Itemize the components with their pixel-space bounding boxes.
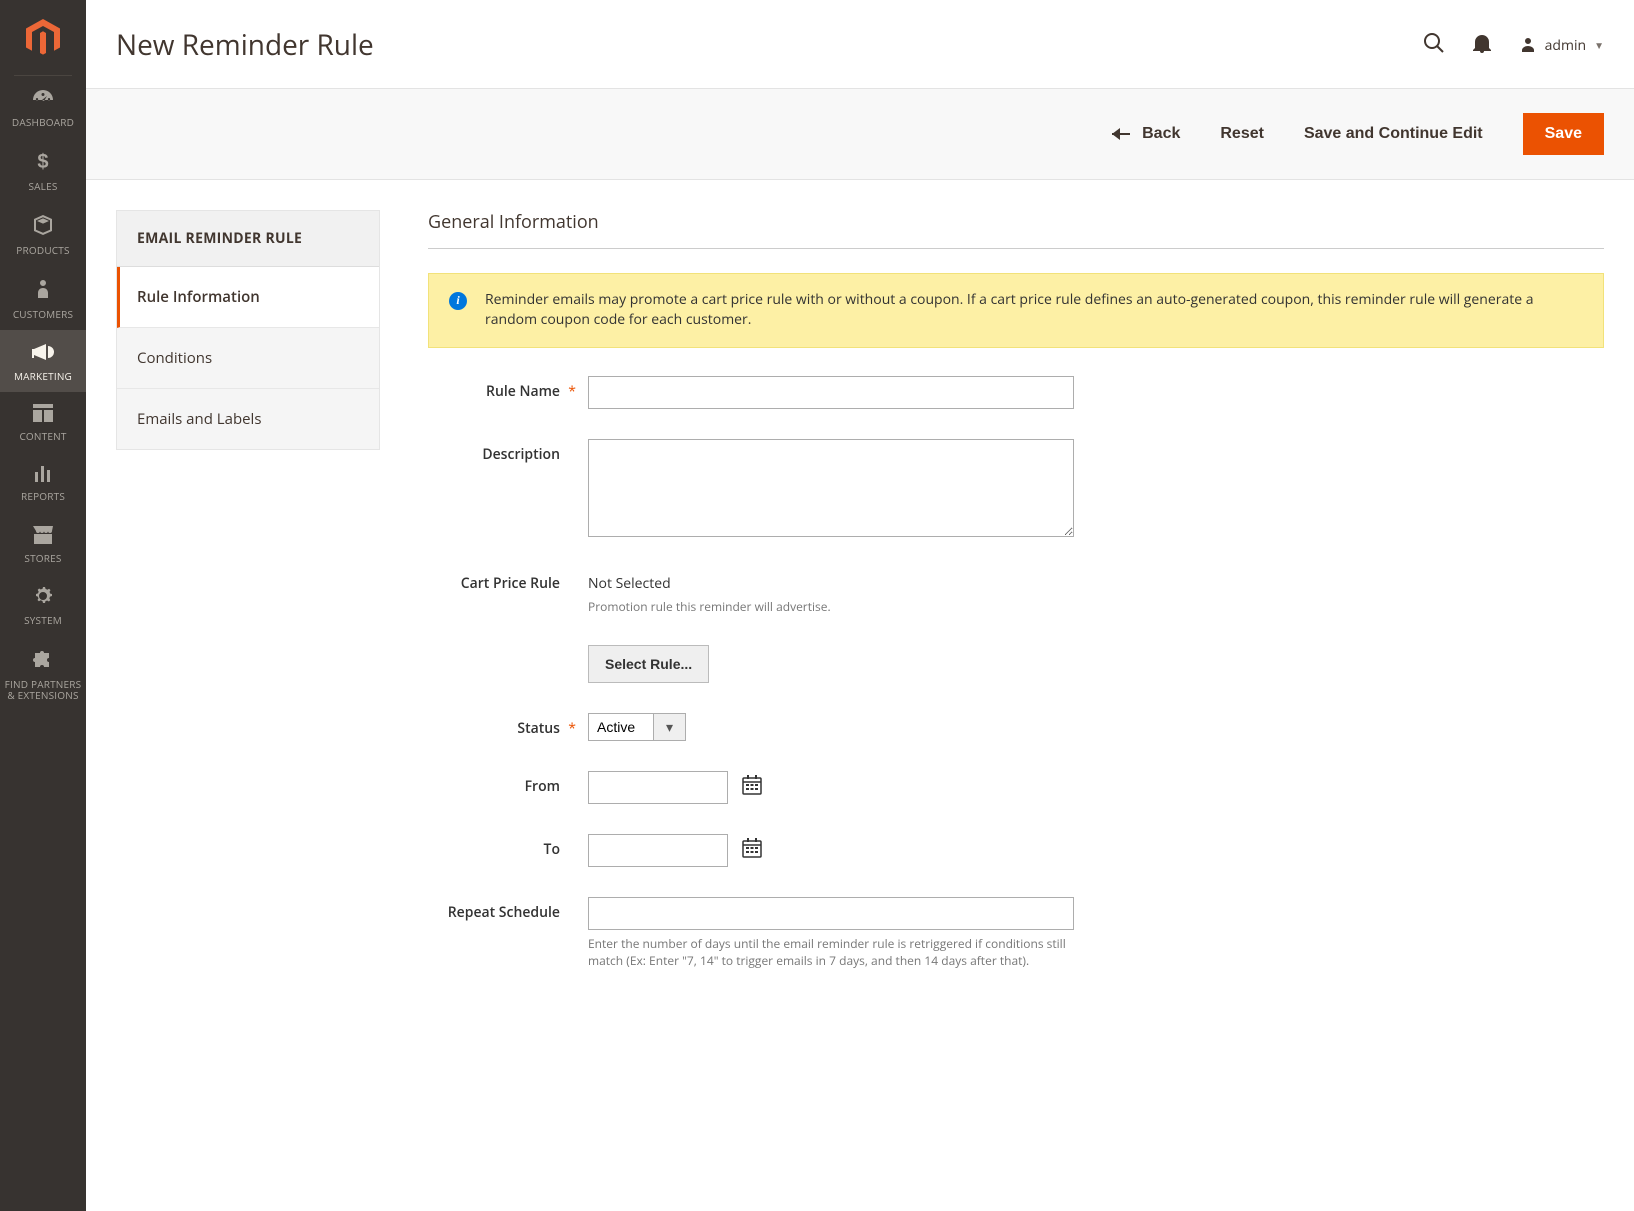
nav-reports[interactable]: REPORTS xyxy=(0,452,86,512)
tab-rule-information[interactable]: Rule Information xyxy=(117,267,379,328)
save-continue-button[interactable]: Save and Continue Edit xyxy=(1304,125,1483,143)
description-textarea[interactable] xyxy=(588,439,1074,537)
form-area: General Information i Reminder emails ma… xyxy=(428,210,1604,980)
nav-products[interactable]: PRODUCTS xyxy=(0,202,86,266)
megaphone-icon xyxy=(32,342,54,365)
side-tabs: EMAIL REMINDER RULE Rule Information Con… xyxy=(116,210,380,450)
cart-price-rule-helper: Promotion rule this reminder will advert… xyxy=(588,599,1074,616)
nav-label: DASHBOARD xyxy=(12,117,74,129)
caret-down-icon: ▼ xyxy=(1594,38,1604,52)
select-rule-button[interactable]: Select Rule... xyxy=(588,645,709,683)
tab-conditions[interactable]: Conditions xyxy=(117,328,379,389)
repeat-label: Repeat Schedule xyxy=(428,897,588,922)
page-header: New Reminder Rule admin ▼ xyxy=(86,0,1634,88)
from-date-input[interactable] xyxy=(588,771,728,804)
back-label: Back xyxy=(1142,125,1180,143)
nav-label: CONTENT xyxy=(19,431,66,443)
store-icon xyxy=(32,524,54,547)
nav-label: SYSTEM xyxy=(24,615,62,627)
nav-label: STORES xyxy=(24,553,61,565)
search-icon[interactable] xyxy=(1423,32,1445,59)
arrow-left-icon xyxy=(1112,127,1130,141)
repeat-schedule-input[interactable] xyxy=(588,897,1074,930)
from-label: From xyxy=(428,771,588,796)
chevron-down-icon[interactable]: ▾ xyxy=(654,713,686,741)
svg-text:$: $ xyxy=(37,151,48,172)
nav-partners[interactable]: FIND PARTNERS & EXTENSIONS xyxy=(0,636,86,712)
nav-label: REPORTS xyxy=(21,491,65,503)
info-notice: i Reminder emails may promote a cart pri… xyxy=(428,273,1604,348)
account-menu[interactable]: admin ▼ xyxy=(1519,36,1604,55)
nav-label: FIND PARTNERS & EXTENSIONS xyxy=(4,679,82,702)
tab-emails-labels[interactable]: Emails and Labels xyxy=(117,389,379,449)
section-title: General Information xyxy=(428,210,1604,249)
nav-label: MARKETING xyxy=(14,371,72,383)
back-button[interactable]: Back xyxy=(1112,125,1180,143)
user-name: admin xyxy=(1545,36,1586,55)
nav-label: SALES xyxy=(28,181,57,193)
puzzle-icon xyxy=(32,648,54,673)
reset-button[interactable]: Reset xyxy=(1220,125,1264,143)
description-label: Description xyxy=(428,439,588,464)
notice-text: Reminder emails may promote a cart price… xyxy=(485,290,1534,329)
to-date-input[interactable] xyxy=(588,834,728,867)
box-icon xyxy=(32,214,54,239)
admin-sidebar: DASHBOARD $ SALES PRODUCTS CUSTOMERS MAR… xyxy=(0,0,86,1211)
tabs-header: EMAIL REMINDER RULE xyxy=(117,211,379,267)
nav-customers[interactable]: CUSTOMERS xyxy=(0,266,86,330)
to-label: To xyxy=(428,834,588,859)
rule-name-label: Rule Name xyxy=(428,376,588,401)
cart-price-rule-value: Not Selected xyxy=(588,572,1108,593)
calendar-icon[interactable] xyxy=(742,775,762,800)
nav-dashboard[interactable]: DASHBOARD xyxy=(0,76,86,138)
save-button[interactable]: Save xyxy=(1523,113,1604,155)
calendar-icon[interactable] xyxy=(742,838,762,863)
bar-chart-icon xyxy=(33,464,53,485)
action-bar: Back Reset Save and Continue Edit Save xyxy=(86,88,1634,180)
notifications-icon[interactable] xyxy=(1473,33,1491,58)
nav-content[interactable]: CONTENT xyxy=(0,392,86,452)
gear-icon xyxy=(33,586,53,609)
nav-stores[interactable]: STORES xyxy=(0,512,86,574)
cart-price-rule-label: Cart Price Rule xyxy=(428,572,588,593)
page-title: New Reminder Rule xyxy=(116,26,1423,64)
gauge-icon xyxy=(31,88,55,111)
dollar-icon: $ xyxy=(36,150,50,175)
nav-marketing[interactable]: MARKETING xyxy=(0,330,86,392)
repeat-helper: Enter the number of days until the email… xyxy=(588,936,1074,970)
layout-icon xyxy=(33,404,53,425)
nav-label: CUSTOMERS xyxy=(13,309,73,321)
info-icon: i xyxy=(449,292,467,310)
person-icon xyxy=(35,278,51,303)
magento-logo[interactable] xyxy=(14,0,72,76)
nav-label: PRODUCTS xyxy=(16,245,69,257)
user-icon xyxy=(1519,36,1537,54)
status-label: Status xyxy=(428,713,588,738)
status-select[interactable]: Active xyxy=(588,713,654,741)
nav-sales[interactable]: $ SALES xyxy=(0,138,86,202)
nav-system[interactable]: SYSTEM xyxy=(0,574,86,636)
rule-name-input[interactable] xyxy=(588,376,1074,409)
